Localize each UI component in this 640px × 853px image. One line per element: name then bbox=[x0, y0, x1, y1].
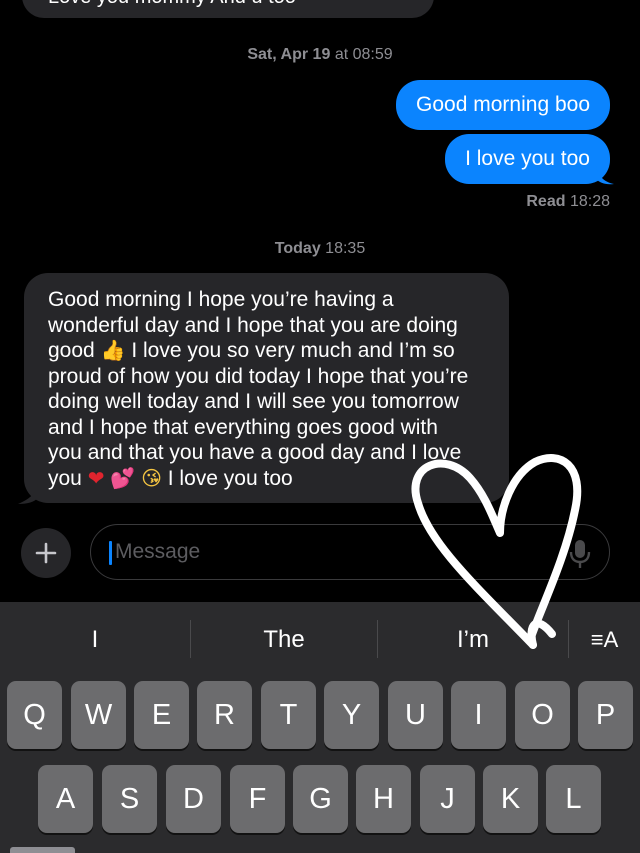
timestamp-time: 18:35 bbox=[325, 240, 366, 257]
plus-icon bbox=[35, 542, 57, 564]
red-heart-emoji-icon: ❤ bbox=[87, 465, 105, 490]
two-hearts-emoji-icon: 💕 bbox=[110, 465, 136, 490]
incoming-line: doing well today and I will see you tomo… bbox=[48, 390, 459, 413]
key-f[interactable]: F bbox=[230, 765, 285, 833]
incoming-line: you and that you have a good day and I l… bbox=[48, 441, 462, 464]
incoming-text: I love you so very much and I’m so bbox=[131, 339, 455, 362]
text-cursor bbox=[109, 541, 112, 565]
key-y[interactable]: Y bbox=[324, 681, 379, 749]
message-input[interactable]: Message bbox=[90, 524, 610, 580]
key-t[interactable]: T bbox=[261, 681, 316, 749]
incoming-text: you bbox=[48, 466, 82, 490]
kissing-face-emoji-icon: 😘 bbox=[141, 465, 162, 490]
text-format-button[interactable]: ≡A bbox=[569, 602, 640, 678]
outgoing-message[interactable]: I love you too bbox=[445, 134, 610, 184]
message-placeholder: Message bbox=[115, 540, 201, 563]
bubble-tail-icon bbox=[18, 484, 38, 504]
outgoing-message[interactable]: Good morning boo bbox=[396, 80, 610, 130]
timestamp-day: Today bbox=[274, 240, 321, 257]
suggestion-1[interactable]: I bbox=[0, 602, 190, 678]
incoming-line: and I hope that everything goes good wit… bbox=[48, 415, 438, 439]
incoming-text: good bbox=[48, 339, 95, 362]
suggestion-3[interactable]: I’m bbox=[378, 602, 568, 678]
incoming-line: you ❤ 💕 😘 I love you too bbox=[48, 466, 485, 492]
read-label: Read bbox=[526, 193, 566, 210]
keyboard: I The I’m ≡A Q W E R T Y U I O P A S D F… bbox=[0, 602, 640, 853]
incoming-line: good 👍 I love you so very much and I’m s… bbox=[48, 338, 485, 364]
incoming-line: proud of how you did today I hope that y… bbox=[48, 364, 469, 388]
previous-message-text: Love you mommy And u too bbox=[48, 0, 296, 9]
key-d[interactable]: D bbox=[166, 765, 221, 833]
outgoing-message-text: I love you too bbox=[465, 147, 590, 170]
bottom-row-key-edge bbox=[10, 847, 75, 853]
key-q[interactable]: Q bbox=[7, 681, 62, 749]
suggestion-2[interactable]: The bbox=[191, 602, 377, 678]
apps-plus-button[interactable] bbox=[21, 528, 71, 578]
key-r[interactable]: R bbox=[197, 681, 252, 749]
key-g[interactable]: G bbox=[293, 765, 348, 833]
mic-icon[interactable] bbox=[569, 539, 591, 569]
timestamp-day: Sat, Apr 19 bbox=[247, 46, 331, 63]
key-a[interactable]: A bbox=[38, 765, 93, 833]
timestamp-time: at 08:59 bbox=[334, 46, 393, 63]
bubble-tail-icon bbox=[596, 166, 614, 185]
read-receipt: Read 18:28 bbox=[526, 193, 610, 211]
timestamp-header: Sat, Apr 19 at 08:59 bbox=[0, 46, 640, 64]
key-l[interactable]: L bbox=[546, 765, 601, 833]
incoming-line: Good morning I hope you’re having a bbox=[48, 288, 394, 311]
key-i[interactable]: I bbox=[451, 681, 506, 749]
key-p[interactable]: P bbox=[578, 681, 633, 749]
read-time: 18:28 bbox=[569, 193, 610, 210]
key-k[interactable]: K bbox=[483, 765, 538, 833]
thumbs-up-emoji-icon: 👍 bbox=[100, 338, 126, 362]
timestamp-header: Today 18:35 bbox=[0, 240, 640, 258]
incoming-text: I love you too bbox=[167, 466, 293, 490]
key-e[interactable]: E bbox=[134, 681, 189, 749]
incoming-message[interactable]: Good morning I hope you’re having a wond… bbox=[24, 273, 509, 503]
outgoing-message-text: Good morning boo bbox=[416, 93, 590, 116]
key-j[interactable]: J bbox=[420, 765, 475, 833]
key-h[interactable]: H bbox=[356, 765, 411, 833]
incoming-line: wonderful day and I hope that you are do… bbox=[48, 313, 458, 337]
key-s[interactable]: S bbox=[102, 765, 157, 833]
key-o[interactable]: O bbox=[515, 681, 570, 749]
key-w[interactable]: W bbox=[71, 681, 126, 749]
key-u[interactable]: U bbox=[388, 681, 443, 749]
